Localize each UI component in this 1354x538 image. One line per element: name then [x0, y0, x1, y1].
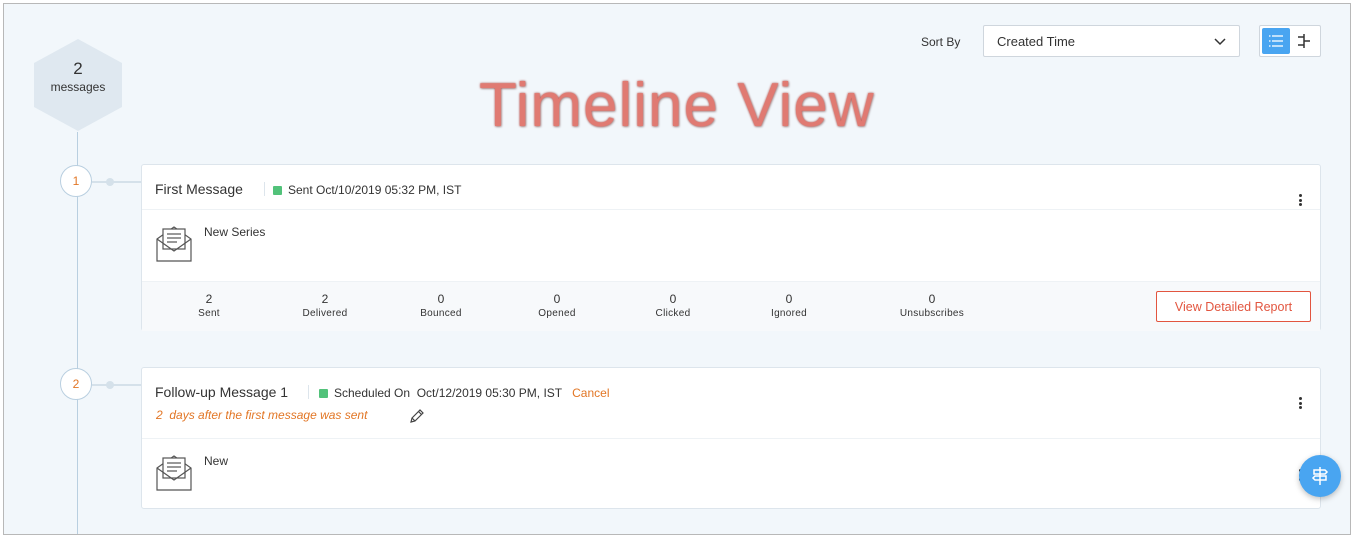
page-watermark-title: Timeline View	[479, 71, 875, 140]
cancel-schedule-link[interactable]: Cancel	[572, 386, 609, 400]
stat-value: 0	[669, 292, 677, 306]
envelope-icon	[156, 455, 192, 491]
stat-label: Unsubscribes	[899, 308, 965, 319]
stat-value: 0	[553, 292, 561, 306]
stat-sent: 2 Sent	[159, 292, 259, 319]
timeline-connector	[92, 178, 141, 186]
pencil-edit-icon[interactable]	[408, 407, 426, 425]
stat-label: Clicked	[655, 308, 691, 319]
message-content-name: New	[204, 454, 229, 468]
app-frame: Sort By Created Time Timeline View 2 mes…	[3, 3, 1351, 535]
message-status: Scheduled On Oct/12/2019 05:30 PM, IST Ca…	[319, 386, 610, 400]
sort-by-label: Sort By	[921, 35, 961, 49]
list-view-button[interactable]	[1262, 28, 1290, 54]
sort-by-value: Created Time	[997, 33, 1076, 49]
chevron-down-icon	[1214, 38, 1226, 46]
stat-label: Ignored	[770, 308, 808, 319]
timeline-step-1: 1	[60, 165, 92, 197]
stat-label: Opened	[538, 308, 576, 319]
message-title: Follow-up Message 1	[155, 384, 289, 400]
timeline-view-button[interactable]	[1290, 28, 1318, 54]
message-content-name: New Series	[204, 225, 266, 239]
more-options-icon[interactable]	[1297, 193, 1303, 207]
stat-unsubscribes: 0 Unsubscribes	[882, 292, 982, 319]
schedule-note: 2 days after the first message was sent	[156, 408, 368, 422]
status-indicator	[273, 186, 282, 195]
card-divider	[142, 209, 1320, 210]
stat-clicked: 0 Clicked	[623, 292, 723, 319]
message-count-label: messages	[50, 80, 106, 94]
stat-label: Sent	[198, 308, 220, 319]
view-mode-toggle	[1259, 25, 1321, 57]
stat-label: Bounced	[420, 308, 462, 319]
card-divider	[142, 438, 1320, 439]
stat-delivered: 2 Delivered	[275, 292, 375, 319]
sort-by-select[interactable]: Created Time	[983, 25, 1240, 57]
title-divider	[264, 182, 265, 196]
timeline-connector	[92, 381, 141, 389]
message-status-text: Sent Oct/10/2019 05:32 PM, IST	[288, 183, 462, 197]
title-divider	[308, 385, 309, 399]
stat-value: 0	[437, 292, 445, 306]
message-count-badge: 2 messages	[32, 37, 124, 133]
timeline-view-icon	[1298, 34, 1310, 48]
message-title: First Message	[155, 181, 243, 197]
signpost-icon	[1311, 467, 1329, 485]
message-status: Sent Oct/10/2019 05:32 PM, IST	[273, 183, 461, 197]
message-card-follow-up: Follow-up Message 1 Scheduled On Oct/12/…	[141, 367, 1321, 509]
status-indicator	[319, 389, 328, 398]
message-card-first: First Message Sent Oct/10/2019 05:32 PM,…	[141, 164, 1321, 331]
stat-opened: 0 Opened	[507, 292, 607, 319]
stat-value: 2	[205, 292, 213, 306]
list-view-icon	[1269, 35, 1283, 47]
message-status-text: Scheduled On Oct/12/2019 05:30 PM, IST	[334, 386, 563, 400]
message-count: 2	[73, 59, 83, 78]
timeline-step-2: 2	[60, 368, 92, 400]
stat-label: Delivered	[302, 308, 348, 319]
message-stats-row: 2 Sent 2 Delivered 0 Bounced 0 Opened 0 Click…	[142, 281, 1320, 331]
envelope-icon	[156, 226, 192, 262]
more-options-icon[interactable]	[1297, 396, 1303, 410]
help-fab-button[interactable]	[1299, 455, 1341, 497]
stat-value: 0	[785, 292, 793, 306]
stat-bounced: 0 Bounced	[391, 292, 491, 319]
stat-value: 2	[321, 292, 329, 306]
view-detailed-report-button[interactable]: View Detailed Report	[1156, 291, 1311, 322]
stat-value: 0	[928, 292, 936, 306]
stat-ignored: 0 Ignored	[739, 292, 839, 319]
